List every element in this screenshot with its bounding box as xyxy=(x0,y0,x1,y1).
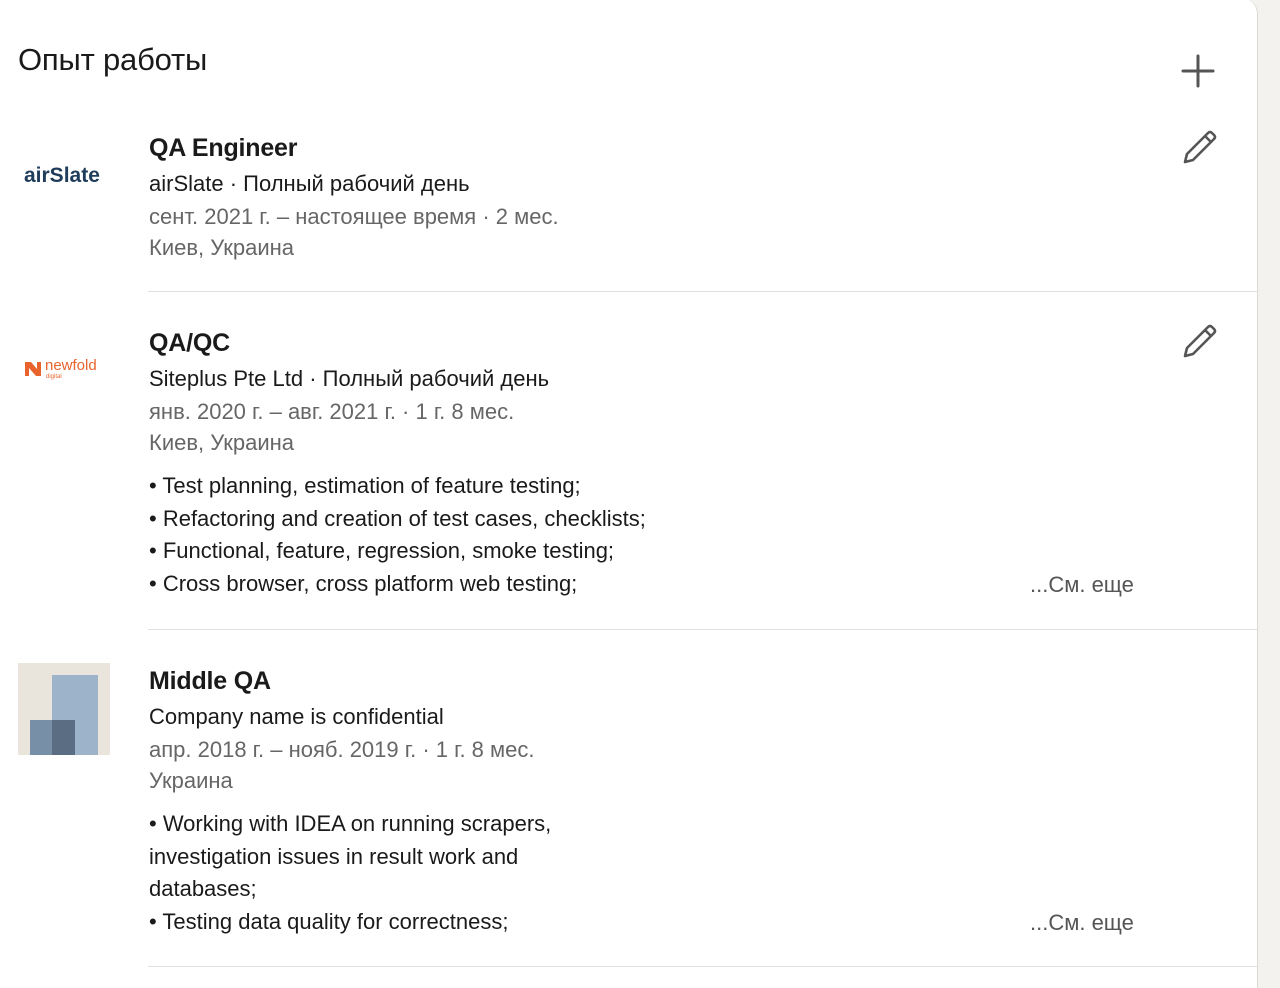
job-description: • Test planning, estimation of feature t… xyxy=(149,470,1019,600)
description-line: • Cross browser, cross platform web test… xyxy=(149,570,578,596)
airslate-logo[interactable]: airSlate xyxy=(24,160,108,190)
add-experience-button[interactable] xyxy=(1176,48,1220,92)
description-line: • Functional, feature, regression, smoke… xyxy=(149,538,615,564)
description-line: • Testing data quality for correctness; xyxy=(149,908,509,934)
job-description: • Working with IDEA on running scrapers,… xyxy=(149,808,1019,938)
job-title[interactable]: QA Engineer xyxy=(149,134,297,163)
employment-dates: апр. 2018 г. – нояб. 2019 г. · 1 г. 8 ме… xyxy=(149,737,535,762)
see-more-link[interactable]: ...См. еще xyxy=(1030,572,1134,598)
edit-experience-button[interactable] xyxy=(1176,320,1220,364)
see-more-link[interactable]: ...См. еще xyxy=(1030,910,1134,936)
job-title[interactable]: Middle QA xyxy=(149,667,271,696)
job-location: Украина xyxy=(149,768,233,793)
description-line: • Refactoring and creation of test cases… xyxy=(149,505,646,531)
edit-experience-button[interactable] xyxy=(1176,126,1220,170)
svg-text:airSlate: airSlate xyxy=(24,164,100,187)
divider xyxy=(148,966,1257,967)
job-location: Киев, Украина xyxy=(149,235,295,260)
pencil-icon xyxy=(1183,324,1217,358)
description-line: investigation issues in result work and xyxy=(149,843,519,869)
company-name: Siteplus Pte Ltd · Полный рабочий день xyxy=(149,366,550,391)
company-name: Company name is confidential xyxy=(149,704,444,729)
svg-text:newfold: newfold xyxy=(45,357,97,374)
svg-text:digital: digital xyxy=(46,374,62,380)
pencil-icon xyxy=(1183,130,1217,164)
company-name: airSlate · Полный рабочий день xyxy=(149,171,470,196)
job-title[interactable]: QA/QC xyxy=(149,329,230,358)
divider xyxy=(148,291,1257,292)
plus-icon xyxy=(1181,54,1215,88)
newfold-logo[interactable]: newfold digital xyxy=(24,356,108,382)
experience-card: Опыт работы airSlate QA Engineer airSlat… xyxy=(0,0,1258,988)
description-line: • Working with IDEA on running scrapers, xyxy=(149,811,552,836)
section-title: Опыт работы xyxy=(18,42,208,77)
description-line: databases; xyxy=(149,876,257,902)
divider xyxy=(148,629,1257,630)
description-line: • Test planning, estimation of feature t… xyxy=(149,473,581,498)
employment-dates: янв. 2020 г. – авг. 2021 г. · 1 г. 8 мес… xyxy=(149,399,515,424)
company-placeholder-icon[interactable] xyxy=(18,663,110,755)
employment-dates: сент. 2021 г. – настоящее время · 2 мес. xyxy=(149,204,559,229)
job-location: Киев, Украина xyxy=(149,430,295,455)
